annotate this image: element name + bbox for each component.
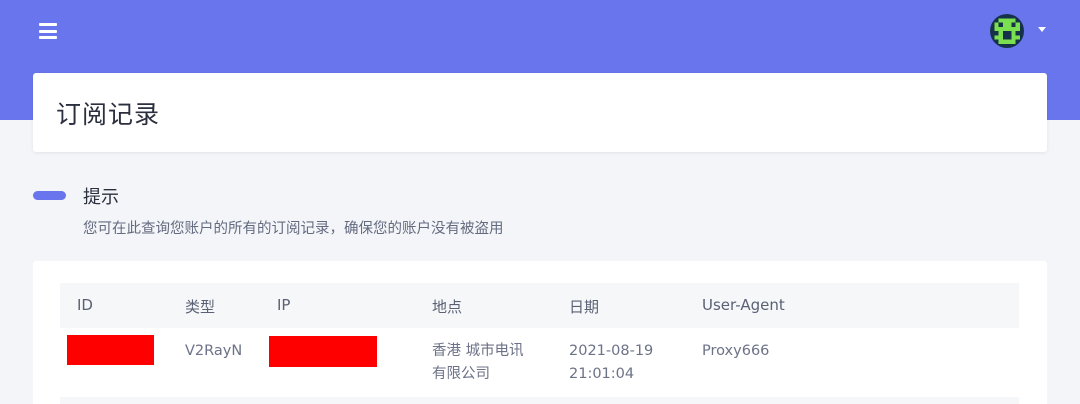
next-table-row [60, 397, 1019, 404]
cell-location-line1: 香港 城市电讯 [432, 343, 524, 359]
tip-accent-bar [33, 191, 66, 200]
records-table: ID 类型 IP 地点 日期 User-Agent V2RayN 香港 城市电讯… [33, 261, 1047, 404]
cell-type: V2RayN [185, 343, 243, 359]
subscription-records-page: 订阅记录 提示 您可在此查询您账户的所有的订阅记录，确保您的账户没有被盗用 ID… [0, 0, 1080, 404]
page-title-card: 订阅记录 [33, 73, 1047, 152]
column-header-user-agent: User-Agent [702, 296, 785, 314]
tip-text: 您可在此查询您账户的所有的订阅记录，确保您的账户没有被盗用 [83, 221, 504, 237]
column-header-ip: IP [277, 296, 291, 314]
cell-date-line2: 21:01:04 [569, 366, 635, 382]
hamburger-menu-icon[interactable] [39, 23, 57, 39]
cell-date-line1: 2021-08-19 [569, 343, 654, 359]
column-header-date: 日期 [569, 298, 600, 316]
column-header-id: ID [77, 296, 93, 314]
cell-user-agent: Proxy666 [702, 343, 770, 359]
redacted-ip [269, 336, 377, 367]
cell-location-line2: 有限公司 [432, 366, 490, 382]
table-header: ID 类型 IP 地点 日期 User-Agent [60, 283, 1019, 328]
user-menu[interactable] [988, 14, 1048, 50]
redacted-id [67, 335, 154, 365]
caret-down-icon[interactable] [1038, 27, 1046, 32]
tip-title: 提示 [83, 187, 119, 208]
page-title: 订阅记录 [56, 100, 161, 129]
column-header-type: 类型 [185, 298, 216, 316]
user-avatar-icon[interactable] [990, 14, 1024, 48]
column-header-location: 地点 [432, 298, 463, 316]
